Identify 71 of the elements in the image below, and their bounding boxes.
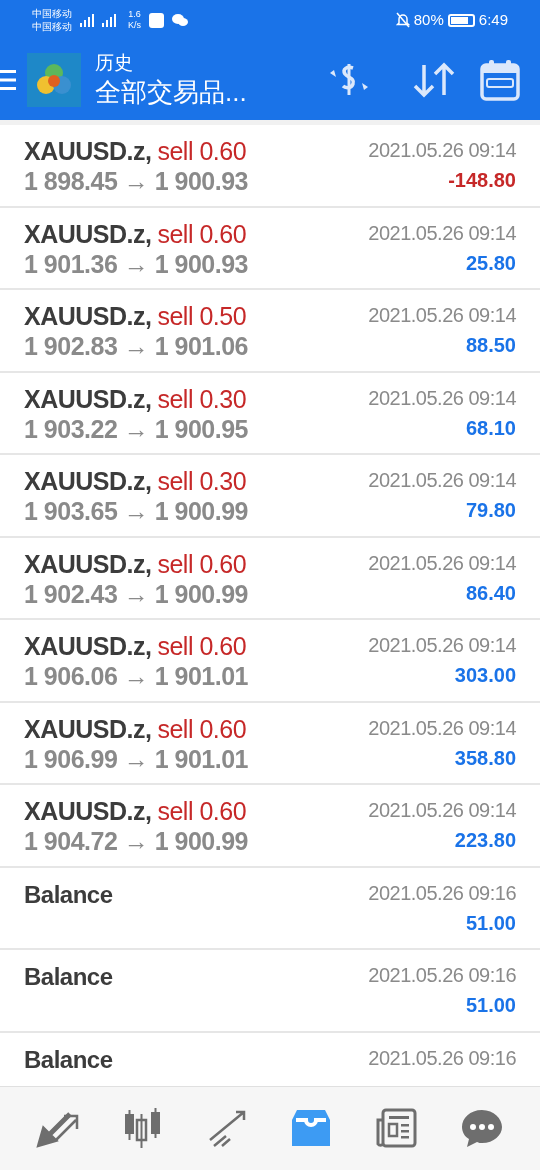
price-range: 1 903.65 → 1 900.99 [24,496,249,526]
profit-amount: 51.00 [465,910,516,936]
symbol-name: XAUUSD.z, [24,796,152,826]
clock: 6:49 [478,9,508,30]
symbol-name: XAUUSD.z, [24,631,152,661]
price-range: 1 906.99 → 1 901.01 [24,743,249,774]
trade-side: sell 0.60 [157,548,247,579]
trade-side: sell 0.60 [157,713,247,744]
symbol-name: XAUUSD.z, [24,713,152,744]
trade-side: sell 0.30 [157,466,247,496]
app-logo-icon [27,53,81,107]
symbol-name: XAUUSD.z, [24,383,152,414]
profit-amount: -148.80 [448,168,516,193]
sort-icon[interactable] [412,61,456,99]
profit-amount: 68.10 [465,415,516,441]
trade-side: sell 0.60 [157,218,247,249]
carrier-name: 中国移动 [32,20,72,33]
symbol-name: XAUUSD.z, [24,466,152,496]
battery-icon [447,13,475,27]
deal-time: 2021.05.26 09:14 [368,798,516,823]
bell-off-icon [395,12,410,28]
deal-time: 2021.05.26 09:14 [368,715,516,741]
deal-time: 2021.05.26 09:14 [368,468,516,493]
price-range: 1 901.36 → 1 900.93 [24,248,249,279]
price-range: 1 902.43 → 1 900.99 [24,578,249,609]
profit-amount: 25.80 [465,250,516,276]
profit-amount: 358.80 [454,745,516,771]
carrier-name: 中国移动 [32,7,72,20]
trade-side: sell 0.50 [157,301,247,331]
calendar-icon[interactable] [480,59,520,101]
price-range: 1 898.45 → 1 900.93 [24,166,249,196]
profit-amount: 86.40 [465,580,516,606]
network-speed: K/s [128,20,141,31]
symbol-name: XAUUSD.z, [24,301,152,331]
chat-bubble-icon[interactable] [459,1107,504,1150]
network-speed: 1.6 [128,9,141,20]
deal-time: 2021.05.26 09:14 [368,220,516,246]
profit-amount: 88.50 [465,333,516,358]
balance-label: Balance [24,1044,113,1075]
screen-title: 历史 [95,51,134,75]
price-range: 1 902.83 → 1 901.06 [24,331,249,361]
symbol-name: XAUUSD.z, [24,136,152,166]
news-icon[interactable] [374,1107,419,1150]
deal-time: 2021.05.26 09:14 [368,138,516,163]
balance-label: Balance [24,962,113,992]
profit-amount: 51.00 [465,993,516,1018]
deal-time: 2021.05.26 09:14 [368,385,516,411]
balance-label: Balance [24,879,113,910]
price-range: 1 903.22 → 1 900.95 [24,413,249,444]
trade-side: sell 0.60 [157,796,247,826]
trade-side: sell 0.60 [157,136,247,166]
price-range: 1 904.72 → 1 900.99 [24,826,249,856]
deal-time: 2021.05.26 09:16 [368,963,516,988]
trade-side: sell 0.60 [157,631,247,661]
deal-time: 2021.05.26 09:14 [368,303,516,328]
deal-time: 2021.05.26 09:14 [368,633,516,658]
battery-level: 80% [413,9,444,30]
symbol-name: XAUUSD.z, [24,548,152,579]
profit-amount: 79.80 [465,498,516,523]
profit-amount: 223.80 [454,828,516,853]
price-range: 1 906.06 → 1 901.01 [24,661,249,691]
menu-icon[interactable] [0,67,18,93]
deal-time: 2021.05.26 09:16 [368,880,516,906]
signal-icon [80,13,94,27]
trade-side: sell 0.30 [157,383,247,414]
profit-amount: 303.00 [454,663,516,688]
symbol-name: XAUUSD.z, [24,218,152,249]
deal-time: 2021.05.26 09:16 [368,1045,516,1071]
signal-icon [102,13,116,27]
deal-time: 2021.05.26 09:14 [368,550,516,576]
symbol-filter[interactable]: 全部交易品... [95,75,247,109]
